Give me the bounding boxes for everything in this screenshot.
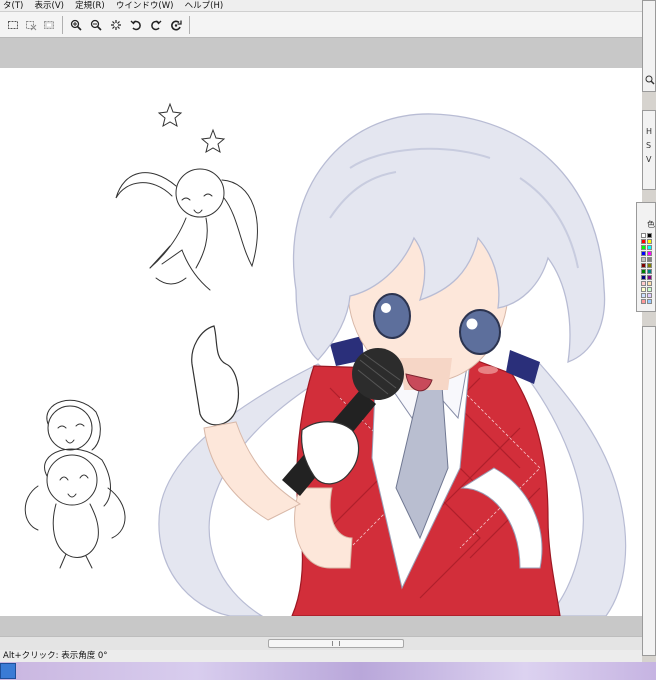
color-panel-label: 色 [647, 220, 655, 229]
toolbar-separator [189, 16, 190, 34]
menu-item[interactable]: タ(T) [0, 1, 28, 11]
invert-selection-icon[interactable] [40, 16, 58, 34]
color-swatch[interactable] [647, 257, 652, 262]
horizontal-scrollbar[interactable] [0, 636, 642, 650]
color-swatch[interactable] [641, 257, 646, 262]
sketch-star [200, 128, 226, 154]
start-button-icon[interactable] [0, 663, 16, 679]
saturation-label: S [646, 141, 652, 150]
sketch-star [157, 102, 183, 128]
toolbar [0, 12, 642, 38]
rotate-left-icon[interactable] [127, 16, 145, 34]
drawing-canvas[interactable] [0, 68, 642, 616]
color-swatch[interactable] [641, 239, 646, 244]
color-swatch[interactable] [647, 287, 652, 292]
color-swatch[interactable] [647, 281, 652, 286]
color-swatch[interactable] [641, 293, 646, 298]
swatch-panel[interactable]: 色 [636, 202, 656, 312]
menu-item[interactable]: ウインドウ(W) [113, 1, 179, 11]
taskbar [0, 662, 656, 680]
rotate-right-icon[interactable] [147, 16, 165, 34]
menu-item[interactable]: 定規(R) [72, 1, 110, 11]
color-info-panel: H S V [642, 110, 656, 190]
menu-bar: タ(T) 表示(V) 定規(R) ウインドウ(W) ヘルプ(H) [0, 0, 642, 12]
layer-panel[interactable] [642, 326, 656, 656]
menu-item[interactable]: ヘルプ(H) [182, 1, 229, 11]
left-eye [373, 293, 411, 339]
color-swatch[interactable] [647, 233, 652, 238]
color-swatch[interactable] [641, 269, 646, 274]
value-label: V [646, 155, 652, 164]
reset-rotation-icon[interactable] [167, 16, 185, 34]
reset-zoom-icon[interactable] [107, 16, 125, 34]
zoom-in-icon[interactable] [67, 16, 85, 34]
deselect-icon[interactable] [22, 16, 40, 34]
color-swatch[interactable] [647, 275, 652, 280]
color-swatch[interactable] [647, 245, 652, 250]
color-swatch[interactable] [641, 299, 646, 304]
menu-item[interactable]: 表示(V) [32, 1, 69, 11]
magnifier-icon[interactable] [645, 75, 655, 85]
color-swatch[interactable] [641, 263, 646, 268]
color-swatch[interactable] [641, 287, 646, 292]
color-swatch[interactable] [647, 239, 652, 244]
color-swatch[interactable] [641, 275, 646, 280]
hue-label: H [646, 127, 653, 136]
arm [203, 421, 301, 521]
color-swatch[interactable] [647, 263, 652, 268]
color-swatch[interactable] [641, 245, 646, 250]
select-rect-icon[interactable] [4, 16, 22, 34]
color-swatch[interactable] [647, 269, 652, 274]
scrollbar-thumb[interactable] [268, 639, 404, 648]
color-swatch[interactable] [641, 251, 646, 256]
artwork [24, 102, 627, 616]
blush [478, 366, 498, 374]
color-swatch[interactable] [647, 293, 652, 298]
sketch-head [175, 168, 225, 218]
status-hint: Alt+クリック: 表示角度 0° [3, 651, 108, 661]
zoom-out-icon[interactable] [87, 16, 105, 34]
navigator-panel[interactable] [642, 0, 656, 92]
left-glove [191, 325, 239, 426]
status-bar: Alt+クリック: 表示角度 0° [0, 650, 642, 662]
color-swatch[interactable] [647, 299, 652, 304]
color-swatch[interactable] [647, 251, 652, 256]
color-swatch[interactable] [641, 281, 646, 286]
color-swatch[interactable] [641, 233, 646, 238]
toolbar-separator [62, 16, 63, 34]
right-eye [459, 309, 501, 355]
swatch-grid[interactable] [641, 233, 655, 311]
